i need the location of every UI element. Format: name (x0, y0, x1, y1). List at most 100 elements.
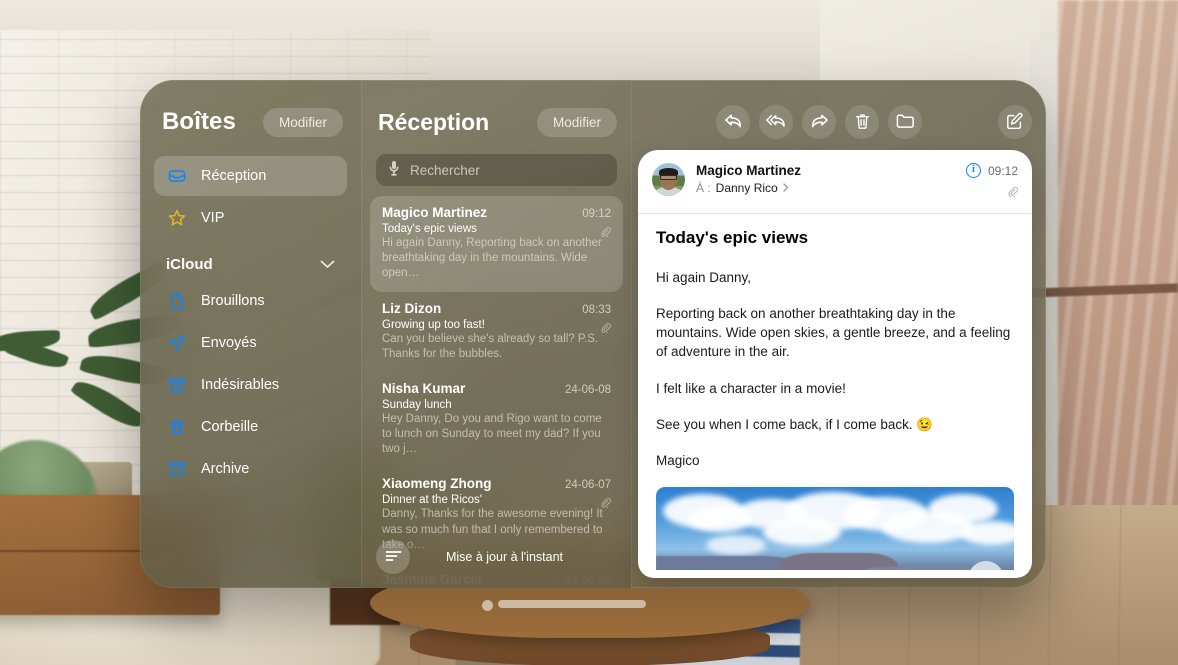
mailboxes-sidebar: Boîtes Modifier Réception VIP iCloud Bro… (140, 80, 362, 588)
sidebar-header: Boîtes Modifier (154, 102, 347, 142)
sidebar-top-list: Réception VIP (154, 156, 347, 238)
table-row[interactable]: Liz Dizon 08:33 Growing up too fast! Can… (370, 292, 623, 372)
message-time: 09:12 (582, 208, 611, 220)
reply-all-icon (765, 113, 787, 132)
photo-reply-button[interactable] (968, 561, 1004, 570)
message-detail-pane: Magico Martinez À : Danny Rico i 09:12 T… (632, 80, 1046, 588)
paperclip-icon (600, 495, 611, 510)
message-preview: Can you believe she's already so tall? P… (382, 332, 599, 360)
window-close-dot[interactable] (482, 600, 493, 611)
search-input[interactable]: Rechercher (376, 154, 617, 186)
document-icon (166, 291, 187, 312)
sidebar-item-label: Brouillons (201, 293, 265, 309)
message-sender: Liz Dizon (382, 300, 442, 316)
email-meta: i 09:12 (965, 163, 1018, 202)
sidebar-item-label: Archive (201, 461, 250, 477)
chevron-down-icon (320, 256, 335, 273)
sidebar-item-vip[interactable]: VIP (154, 198, 347, 238)
message-rows: Magico Martinez 09:12 Today's epic views… (370, 196, 623, 588)
reply-button[interactable] (716, 105, 750, 139)
sidebar-item-label: Envoyés (201, 335, 257, 351)
reply-all-button[interactable] (759, 105, 793, 139)
sidebar-item-reception[interactable]: Réception (154, 156, 347, 196)
sidebar-group-label: iCloud (166, 256, 213, 273)
microphone-icon[interactable] (388, 160, 400, 181)
delete-button[interactable] (845, 105, 879, 139)
sidebar-item-label: Réception (201, 168, 267, 184)
email-to-label: À : (696, 181, 711, 195)
message-time: 24-06-08 (564, 383, 611, 396)
message-sender: Xiaomeng Zhong (382, 476, 492, 492)
sidebar-group-items: Brouillons Envoyés Indésirables Corbeill… (154, 281, 347, 489)
paperclip-icon (600, 320, 611, 334)
email-to-value: Danny Rico (715, 181, 778, 195)
trash-icon (166, 417, 187, 438)
detail-toolbar (638, 100, 1032, 144)
paperclip-icon (1007, 184, 1018, 202)
email-header: Magico Martinez À : Danny Rico i 09:12 (638, 150, 1032, 214)
email-recipient-row[interactable]: À : Danny Rico (696, 181, 955, 195)
table-row[interactable]: Magico Martinez 09:12 Today's epic views… (370, 196, 623, 292)
junk-bin-icon (166, 375, 187, 396)
inbox-icon (166, 166, 187, 187)
sidebar-item-archive[interactable]: Archive (154, 449, 347, 489)
message-subject: Dinner at the Ricos' (382, 494, 482, 507)
avatar[interactable] (652, 163, 685, 196)
paper-plane-icon (166, 333, 187, 354)
sidebar-item-envoyes[interactable]: Envoyés (154, 323, 347, 363)
message-time: 08:33 (582, 303, 611, 316)
archive-box-icon (166, 459, 187, 480)
email-detail-card: Magico Martinez À : Danny Rico i 09:12 T… (638, 150, 1032, 578)
window-resize-handle[interactable] (498, 600, 646, 608)
mail-window: Boîtes Modifier Réception VIP iCloud Bro… (140, 80, 1046, 588)
sidebar-title: Boîtes (162, 108, 236, 135)
sidebar-item-label: Indésirables (201, 377, 280, 393)
message-list-pane: Réception Modifier Rechercher Magico Mar… (362, 80, 632, 588)
compose-button[interactable] (998, 105, 1032, 139)
forward-button[interactable] (802, 105, 836, 139)
table-row[interactable]: Nisha Kumar 24-06-08 Sunday lunch Hey Da… (370, 372, 623, 468)
message-sender: Nisha Kumar (382, 380, 466, 396)
email-paragraph: Magico (656, 452, 700, 468)
forward-icon (810, 113, 829, 132)
sidebar-edit-button[interactable]: Modifier (262, 107, 343, 137)
folder-icon (896, 113, 915, 132)
page-title: Today's epic views (656, 228, 809, 247)
paperclip-icon (600, 224, 611, 238)
email-time: 09:12 (987, 163, 1018, 178)
search-placeholder: Rechercher (410, 162, 480, 178)
star-icon (166, 208, 187, 229)
email-body: Today's epic views Hi again Danny, Repor… (638, 214, 1032, 570)
message-subject: Growing up too fast! (382, 318, 485, 331)
sidebar-item-brouillons[interactable]: Brouillons (154, 281, 347, 321)
message-preview: Hi again Danny, Reporting back on anothe… (382, 237, 602, 280)
sidebar-item-label: VIP (201, 210, 225, 226)
status-text: Mise à jour à l'instant (445, 550, 564, 564)
email-paragraph: See you when I come back, if I come back… (656, 416, 934, 432)
message-sender: Jasmine Garcia (382, 571, 482, 587)
message-subject: Today's epic views (382, 223, 477, 235)
message-list-title: Réception (378, 108, 490, 135)
sidebar-item-label: Corbeille (201, 419, 259, 435)
email-sender-name: Magico Martinez (696, 163, 802, 178)
compose-icon (1006, 112, 1024, 133)
email-from-block: Magico Martinez À : Danny Rico (696, 163, 955, 195)
info-icon[interactable]: i (965, 163, 981, 178)
message-subject: Sunday lunch (382, 398, 452, 411)
move-to-folder-button[interactable] (888, 105, 922, 139)
message-list-edit-button[interactable]: Modifier (536, 107, 617, 137)
trash-icon (854, 112, 871, 133)
message-time: 24-06-06 (564, 574, 611, 587)
sidebar-item-corbeille[interactable]: Corbeille (154, 407, 347, 447)
message-list-header: Réception Modifier (370, 102, 623, 142)
chevron-right-icon (783, 181, 789, 195)
mountain-landscape-photo[interactable] (656, 487, 1014, 570)
message-time: 24-06-07 (564, 479, 611, 492)
email-paragraph: I felt like a character in a movie! (656, 380, 846, 396)
message-list-footer: Mise à jour à l'instant (362, 540, 631, 574)
sidebar-item-indesirables[interactable]: Indésirables (154, 365, 347, 405)
message-sender: Magico Martinez (382, 205, 488, 220)
email-paragraph: Hi again Danny, (656, 270, 752, 285)
sidebar-group-icloud[interactable]: iCloud (154, 240, 347, 281)
email-paragraph: Reporting back on another breathtaking d… (656, 306, 1011, 360)
